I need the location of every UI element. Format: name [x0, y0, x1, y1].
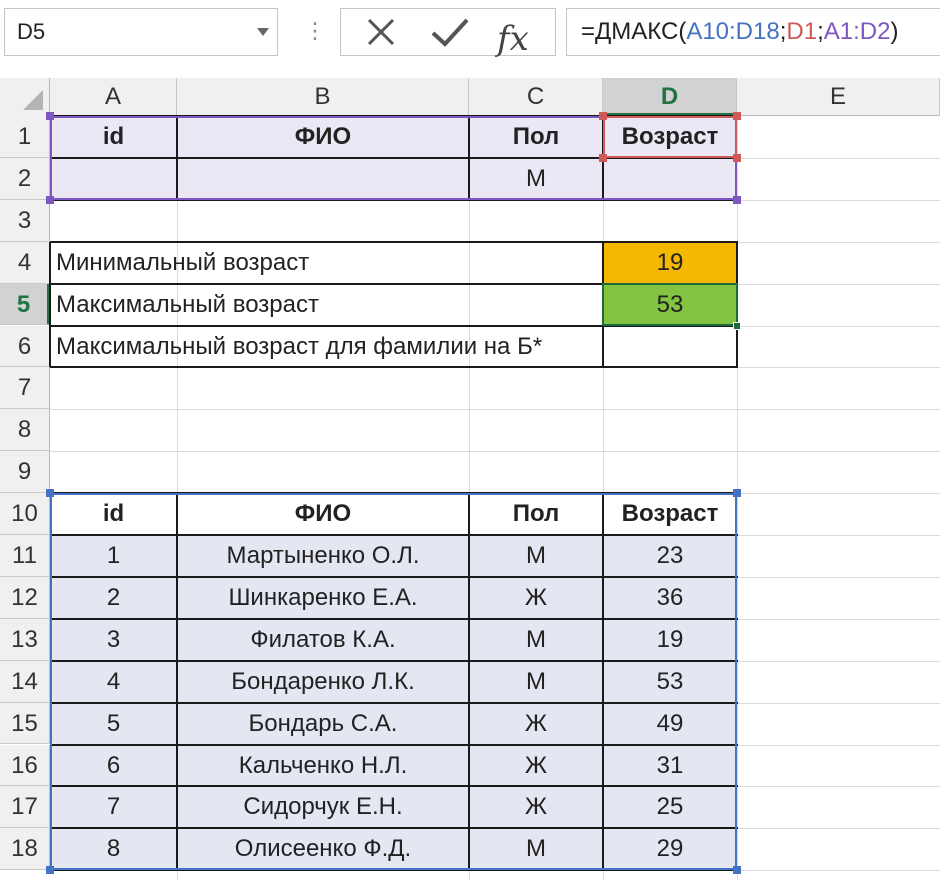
- summary-label-cell[interactable]: Максимальный возраст для фамилии на Б*: [50, 326, 603, 368]
- formula-token: ): [890, 18, 899, 45]
- criteria-range-outline-handle[interactable]: [46, 112, 54, 120]
- criteria-range-outline-handle[interactable]: [46, 195, 54, 204]
- summary-label-cell[interactable]: Максимальный возраст: [50, 284, 603, 326]
- row-header-12[interactable]: 12: [0, 576, 50, 619]
- row-header-13[interactable]: 13: [0, 618, 50, 661]
- row-header-10[interactable]: 10: [0, 493, 50, 535]
- row-header-7[interactable]: 7: [0, 367, 50, 410]
- database-range-outline-handle[interactable]: [733, 489, 741, 498]
- row-header-9[interactable]: 9: [0, 451, 50, 494]
- database-range-outline-handle[interactable]: [46, 489, 54, 498]
- row-header-18[interactable]: 18: [0, 828, 50, 871]
- row-header-6[interactable]: 6: [0, 325, 50, 368]
- row-header-11[interactable]: 11: [0, 535, 50, 577]
- row-header-16[interactable]: 16: [0, 744, 50, 787]
- field-range-outline-handle[interactable]: [599, 112, 607, 120]
- select-all-triangle-icon: [23, 90, 43, 110]
- formula-bar: D5 ⋮ fx =ДМАКС(A10:D18;D1;A1:D2): [0, 0, 940, 78]
- cell-border: [50, 240, 738, 243]
- column-header-a[interactable]: A: [50, 78, 177, 116]
- summary-label-cell[interactable]: Минимальный возраст: [50, 242, 603, 284]
- row-header-1[interactable]: 1: [0, 116, 50, 158]
- formula-bar-grip-icon[interactable]: ⋮: [304, 14, 326, 48]
- gridline-vertical: [737, 116, 738, 880]
- formula-text: =ДМАКС(A10:D18;D1;A1:D2): [581, 9, 898, 55]
- field-range-outline-handle[interactable]: [733, 112, 741, 120]
- field-range-outline: [603, 116, 737, 158]
- field-range-outline-handle[interactable]: [733, 153, 741, 162]
- row-header-17[interactable]: 17: [0, 786, 50, 829]
- database-range-outline-handle[interactable]: [46, 866, 54, 875]
- criteria-range-outline-handle[interactable]: [733, 195, 741, 204]
- formula-range-ref: A1:D2: [823, 18, 891, 45]
- column-header-b[interactable]: B: [177, 78, 469, 116]
- name-box[interactable]: D5: [4, 8, 278, 56]
- row-header-2[interactable]: 2: [0, 157, 50, 200]
- name-box-value: D5: [17, 19, 46, 44]
- summary-value-cell[interactable]: [603, 326, 737, 368]
- gridline-horizontal: [50, 451, 940, 453]
- fill-handle[interactable]: [733, 321, 741, 330]
- active-cell-selection[interactable]: [602, 282, 738, 327]
- row-header-15[interactable]: 15: [0, 702, 50, 745]
- database-range-outline: [50, 493, 737, 871]
- cancel-x-icon: [367, 18, 395, 46]
- formula-buttons: fx: [340, 8, 556, 59]
- cell-border: [49, 241, 51, 368]
- column-header-e[interactable]: E: [737, 78, 940, 116]
- cancel-button[interactable]: [347, 9, 407, 55]
- column-header-d[interactable]: D: [603, 78, 737, 116]
- row-header-14[interactable]: 14: [0, 660, 50, 703]
- field-range-outline-handle[interactable]: [599, 153, 607, 162]
- formula-range-ref: A10:D18: [686, 18, 780, 45]
- cell-border: [50, 366, 738, 369]
- gridline-horizontal: [50, 409, 940, 411]
- summary-value-cell[interactable]: 19: [603, 242, 737, 284]
- row-header-3[interactable]: 3: [0, 199, 50, 242]
- row-header-8[interactable]: 8: [0, 409, 50, 452]
- enter-button[interactable]: [421, 9, 481, 55]
- database-range-outline-handle[interactable]: [733, 866, 741, 875]
- column-header-c[interactable]: C: [469, 78, 603, 116]
- insert-function-fx-icon[interactable]: fx: [497, 19, 529, 59]
- checkmark-icon: [431, 18, 469, 47]
- row-header-5[interactable]: 5: [0, 283, 50, 326]
- row-header-4[interactable]: 4: [0, 241, 50, 284]
- formula-input[interactable]: =ДМАКС(A10:D18;D1;A1:D2): [566, 8, 940, 56]
- chevron-down-icon[interactable]: [257, 28, 269, 36]
- formula-token: =ДМАКС(: [581, 18, 687, 45]
- spreadsheet-grid: A B C D E 1 2 3 4 5 6 7 8 9 10 11 12 13 14 15 16 17 18 id ФИО Пол…: [0, 78, 940, 880]
- select-all-button[interactable]: [0, 78, 50, 116]
- formula-range-ref: D1: [786, 18, 818, 45]
- formula-token: ;: [817, 18, 824, 45]
